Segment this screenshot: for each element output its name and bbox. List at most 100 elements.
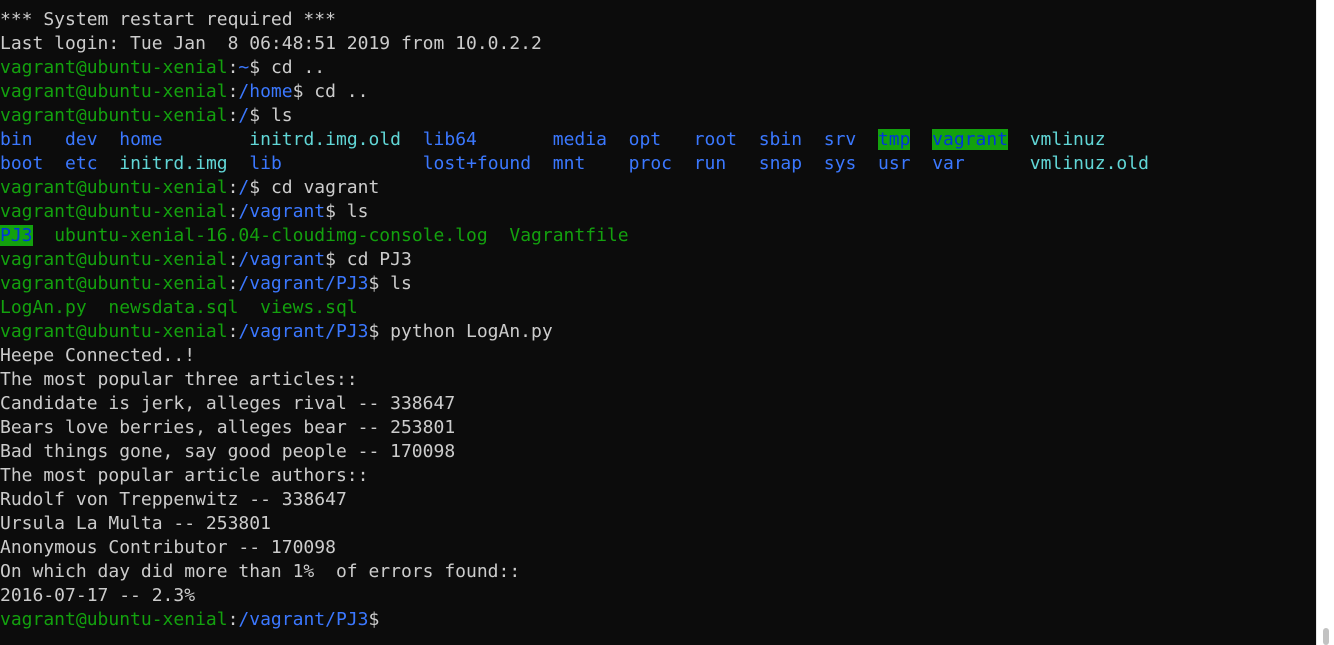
terminal-text-segment: Anonymous Contributor -- 170098 (0, 537, 336, 558)
terminal-text-segment: $ cd PJ3 (325, 249, 412, 270)
terminal-text-segment: Bears love berries, alleges bear -- 2538… (0, 417, 456, 438)
terminal-line: LogAn.py newsdata.sql views.sql (0, 296, 1316, 320)
terminal-line: Ursula La Multa -- 253801 (0, 512, 1316, 536)
terminal-text-segment: $ (368, 609, 380, 630)
terminal-text-segment: bin (0, 129, 33, 150)
terminal-text-segment: 2016-07-17 -- 2.3% (0, 585, 196, 606)
terminal-line: Bad things gone, say good people -- 1700… (0, 440, 1316, 464)
terminal-text-segment: newsdata.sql (108, 297, 239, 318)
terminal-text-segment: ~ (238, 57, 250, 78)
terminal-text-segment: media (552, 129, 607, 150)
terminal-line: boot etc initrd.img lib lost+found mnt p… (0, 152, 1316, 176)
terminal-line: The most popular article authors:: (0, 464, 1316, 488)
terminal-text-segment: Last login: Tue Jan 8 06:48:51 2019 from… (0, 33, 542, 54)
terminal-text-segment: /vagrant (238, 201, 326, 222)
terminal-text-segment: /vagrant/PJ3 (238, 273, 369, 294)
terminal-text-segment: $ cd .. (292, 81, 369, 102)
terminal-text-segment: mnt (552, 153, 586, 174)
terminal-line: Anonymous Contributor -- 170098 (0, 536, 1316, 560)
terminal-text-segment: / (238, 105, 250, 126)
terminal-text-segment: lib64 (422, 129, 477, 150)
terminal-text-segment: : (227, 105, 239, 126)
terminal-text-segment: var (932, 153, 965, 174)
terminal-text-segment: $ cd .. (249, 57, 326, 78)
terminal-text-segment: The most popular article authors:: (0, 465, 369, 486)
terminal-text-segment: : (227, 273, 239, 294)
terminal-line: vagrant@ubuntu-xenial:/vagrant$ cd PJ3 (0, 248, 1316, 272)
terminal-text-segment: /vagrant/PJ3 (238, 609, 369, 630)
terminal-line: On which day did more than 1% of errors … (0, 560, 1316, 584)
terminal-text-segment: views.sql (260, 297, 358, 318)
terminal-line: Bears love berries, alleges bear -- 2538… (0, 416, 1316, 440)
terminal-text-segment: vagrant@ubuntu-xenial (0, 105, 228, 126)
terminal-line: 2016-07-17 -- 2.3% (0, 584, 1316, 608)
terminal-text-segment: ubuntu-xenial-16.04-cloudimg-console.log (54, 225, 488, 246)
terminal-line: vagrant@ubuntu-xenial:/vagrant$ ls (0, 200, 1316, 224)
terminal-text-segment: boot (0, 153, 44, 174)
terminal-line: vagrant@ubuntu-xenial:/vagrant/PJ3$ pyth… (0, 320, 1316, 344)
terminal-text-segment: proc (628, 153, 673, 174)
terminal-text-segment: vagrant@ubuntu-xenial (0, 201, 228, 222)
terminal-text-segment: initrd.img (119, 153, 228, 174)
terminal-text-segment: lib (249, 153, 282, 174)
terminal-text-segment: srv (823, 129, 857, 150)
terminal-line: bin dev home initrd.img.old lib64 media … (0, 128, 1316, 152)
terminal-line: vagrant@ubuntu-xenial:~$ cd .. (0, 56, 1316, 80)
terminal-text-segment: : (227, 177, 239, 198)
terminal-line: *** System restart required *** (0, 8, 1316, 32)
terminal-text-segment: opt (628, 129, 662, 150)
vertical-scrollbar[interactable] (1316, 0, 1334, 645)
terminal-text-segment: Ursula La Multa -- 253801 (0, 513, 271, 534)
terminal-text-segment: tmp (877, 129, 911, 150)
terminal-text-segment: sbin (758, 129, 803, 150)
terminal-text-segment: vagrant (932, 129, 1009, 150)
terminal-window[interactable]: *** System restart required *** Last logi… (0, 0, 1316, 645)
terminal-line: Rudolf von Treppenwitz -- 338647 (0, 488, 1316, 512)
terminal-text-segment: vmlinuz.old (1029, 153, 1149, 174)
terminal-text-segment: : (227, 609, 239, 630)
terminal-text-segment: root (693, 129, 738, 150)
terminal-text-segment: *** System restart required *** (0, 9, 336, 30)
terminal-text-segment: /home (238, 81, 293, 102)
terminal-text-segment: /vagrant/PJ3 (238, 321, 369, 342)
terminal-text-segment: vagrant@ubuntu-xenial (0, 249, 228, 270)
terminal-text-segment: : (227, 249, 239, 270)
terminal-text-segment: : (227, 321, 239, 342)
terminal-text-segment: lost+found (422, 153, 532, 174)
terminal-line: Heepe Connected..! (0, 344, 1316, 368)
terminal-text-segment: Bad things gone, say good people -- 1700… (0, 441, 456, 462)
terminal-line: PJ3 ubuntu-xenial-16.04-cloudimg-console… (0, 224, 1316, 248)
terminal-line: vagrant@ubuntu-xenial:/$ ls (0, 104, 1316, 128)
scrollbar-thumb[interactable] (1323, 628, 1329, 645)
terminal-text-segment: Vagrantfile (509, 225, 629, 246)
terminal-line: vagrant@ubuntu-xenial:/$ cd vagrant (0, 176, 1316, 200)
terminal-text-segment: dev (65, 129, 98, 150)
terminal-text-segment: / (238, 177, 250, 198)
terminal-text-segment: initrd.img.old (249, 129, 402, 150)
terminal-text-segment: $ python LogAn.py (368, 321, 553, 342)
terminal-line: The most popular three articles:: (0, 368, 1316, 392)
terminal-text-segment: : (227, 57, 239, 78)
terminal-text-segment: Candidate is jerk, alleges rival -- 3386… (0, 393, 456, 414)
terminal-text-segment: The most popular three articles:: (0, 369, 358, 390)
terminal-output: *** System restart required *** Last logi… (0, 8, 1316, 632)
terminal-line: Last login: Tue Jan 8 06:48:51 2019 from… (0, 32, 1316, 56)
